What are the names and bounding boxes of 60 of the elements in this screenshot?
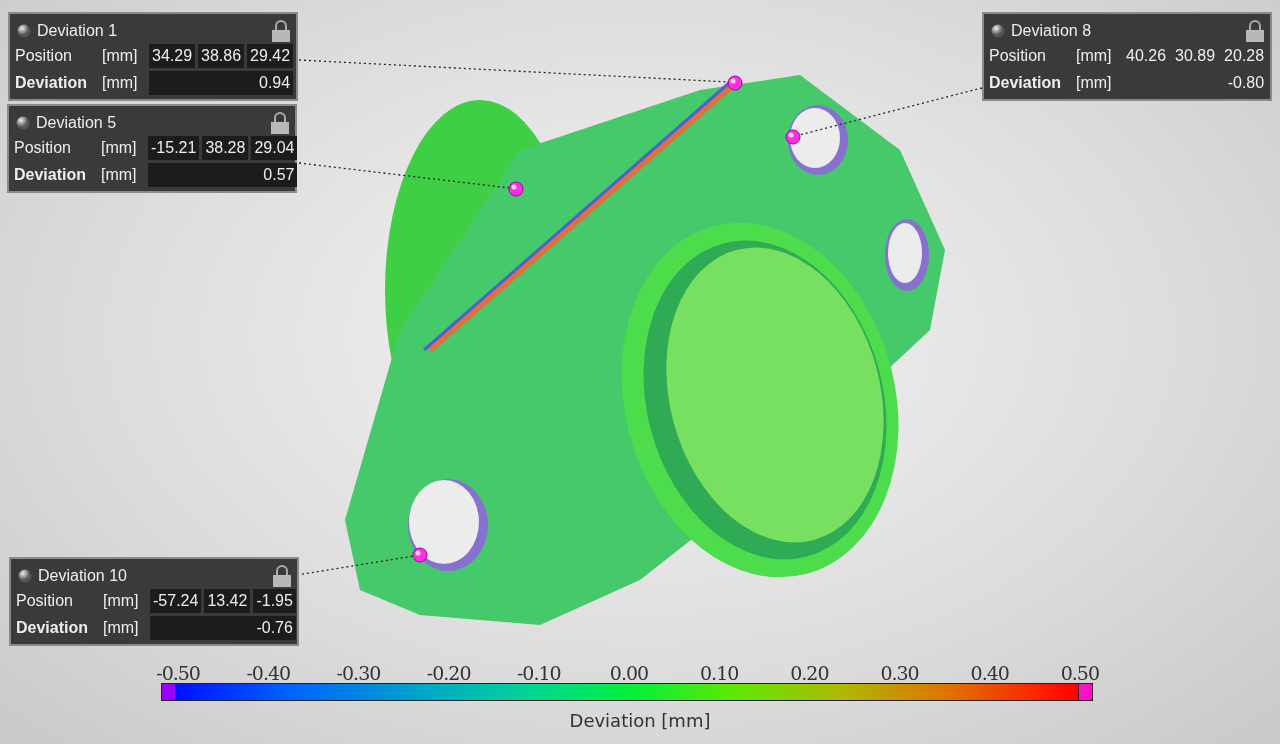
callout-title: Deviation 5 bbox=[36, 112, 118, 133]
point-marker bbox=[508, 181, 524, 197]
sphere-icon bbox=[18, 568, 32, 583]
sphere-icon bbox=[17, 23, 31, 38]
point-marker bbox=[785, 129, 801, 145]
field-label: Position bbox=[16, 591, 74, 611]
scale-tick-label: 0.20 bbox=[789, 661, 830, 686]
scale-tick-label: -0.30 bbox=[335, 661, 382, 686]
unit-label: [mm] bbox=[102, 73, 139, 93]
position-value: 20.28 bbox=[1223, 46, 1266, 66]
deviation-value: -0.80 bbox=[1226, 73, 1266, 93]
deviation-value: -0.76 bbox=[150, 616, 296, 640]
scale-tick-label: -0.10 bbox=[515, 661, 562, 686]
unit-label: [mm] bbox=[101, 138, 138, 158]
callout-title: Deviation 10 bbox=[38, 565, 128, 586]
callout-title: Deviation 8 bbox=[1011, 20, 1093, 41]
field-label: Deviation bbox=[16, 618, 89, 638]
position-value: 38.28 bbox=[202, 136, 249, 160]
deviation-value: 0.94 bbox=[149, 71, 294, 95]
callout-title: Deviation 1 bbox=[37, 20, 119, 41]
scale-tick-label: 0.30 bbox=[879, 661, 920, 686]
scale-tick-label: 0.00 bbox=[608, 661, 650, 686]
lock-icon[interactable] bbox=[1245, 19, 1265, 42]
scale-tick-label: -0.50 bbox=[155, 661, 201, 686]
position-value: -15.21 bbox=[148, 136, 200, 160]
point-marker bbox=[412, 547, 428, 563]
field-label: Position bbox=[989, 46, 1047, 66]
position-value: -57.24 bbox=[150, 589, 202, 613]
point-marker bbox=[727, 75, 743, 91]
lock-icon[interactable] bbox=[270, 111, 290, 134]
scale-tick-label: 0.40 bbox=[969, 661, 1010, 686]
unit-label: [mm] bbox=[103, 618, 140, 638]
color-scale-title: Deviation [mm] bbox=[568, 709, 712, 733]
scale-tick-label: -0.20 bbox=[425, 661, 472, 686]
unit-label: [mm] bbox=[1076, 46, 1113, 66]
scale-tick-label: 0.10 bbox=[699, 661, 740, 686]
position-value: 30.89 bbox=[1174, 46, 1217, 66]
lock-icon[interactable] bbox=[272, 564, 292, 587]
sphere-icon bbox=[991, 23, 1005, 38]
unit-label: [mm] bbox=[102, 46, 139, 66]
scale-tick-label: 0.50 bbox=[1059, 661, 1101, 686]
unit-label: [mm] bbox=[103, 591, 140, 611]
position-value: -1.95 bbox=[253, 589, 296, 613]
field-label: Position bbox=[14, 138, 72, 158]
position-value: 40.26 bbox=[1125, 46, 1168, 66]
lock-icon[interactable] bbox=[271, 19, 291, 42]
position-value: 13.42 bbox=[204, 589, 251, 613]
unit-label: [mm] bbox=[1076, 73, 1113, 93]
sphere-icon bbox=[16, 115, 30, 130]
scale-tick-label: -0.40 bbox=[245, 661, 292, 686]
position-value: 29.04 bbox=[251, 136, 298, 160]
deviation-value: 0.57 bbox=[148, 163, 298, 187]
position-value: 38.86 bbox=[198, 44, 245, 68]
position-value: 34.29 bbox=[149, 44, 196, 68]
unit-label: [mm] bbox=[101, 165, 138, 185]
position-value: 29.42 bbox=[247, 44, 294, 68]
field-label: Position bbox=[15, 46, 73, 66]
field-label: Deviation bbox=[989, 73, 1062, 93]
field-label: Deviation bbox=[15, 73, 88, 93]
field-label: Deviation bbox=[14, 165, 87, 185]
